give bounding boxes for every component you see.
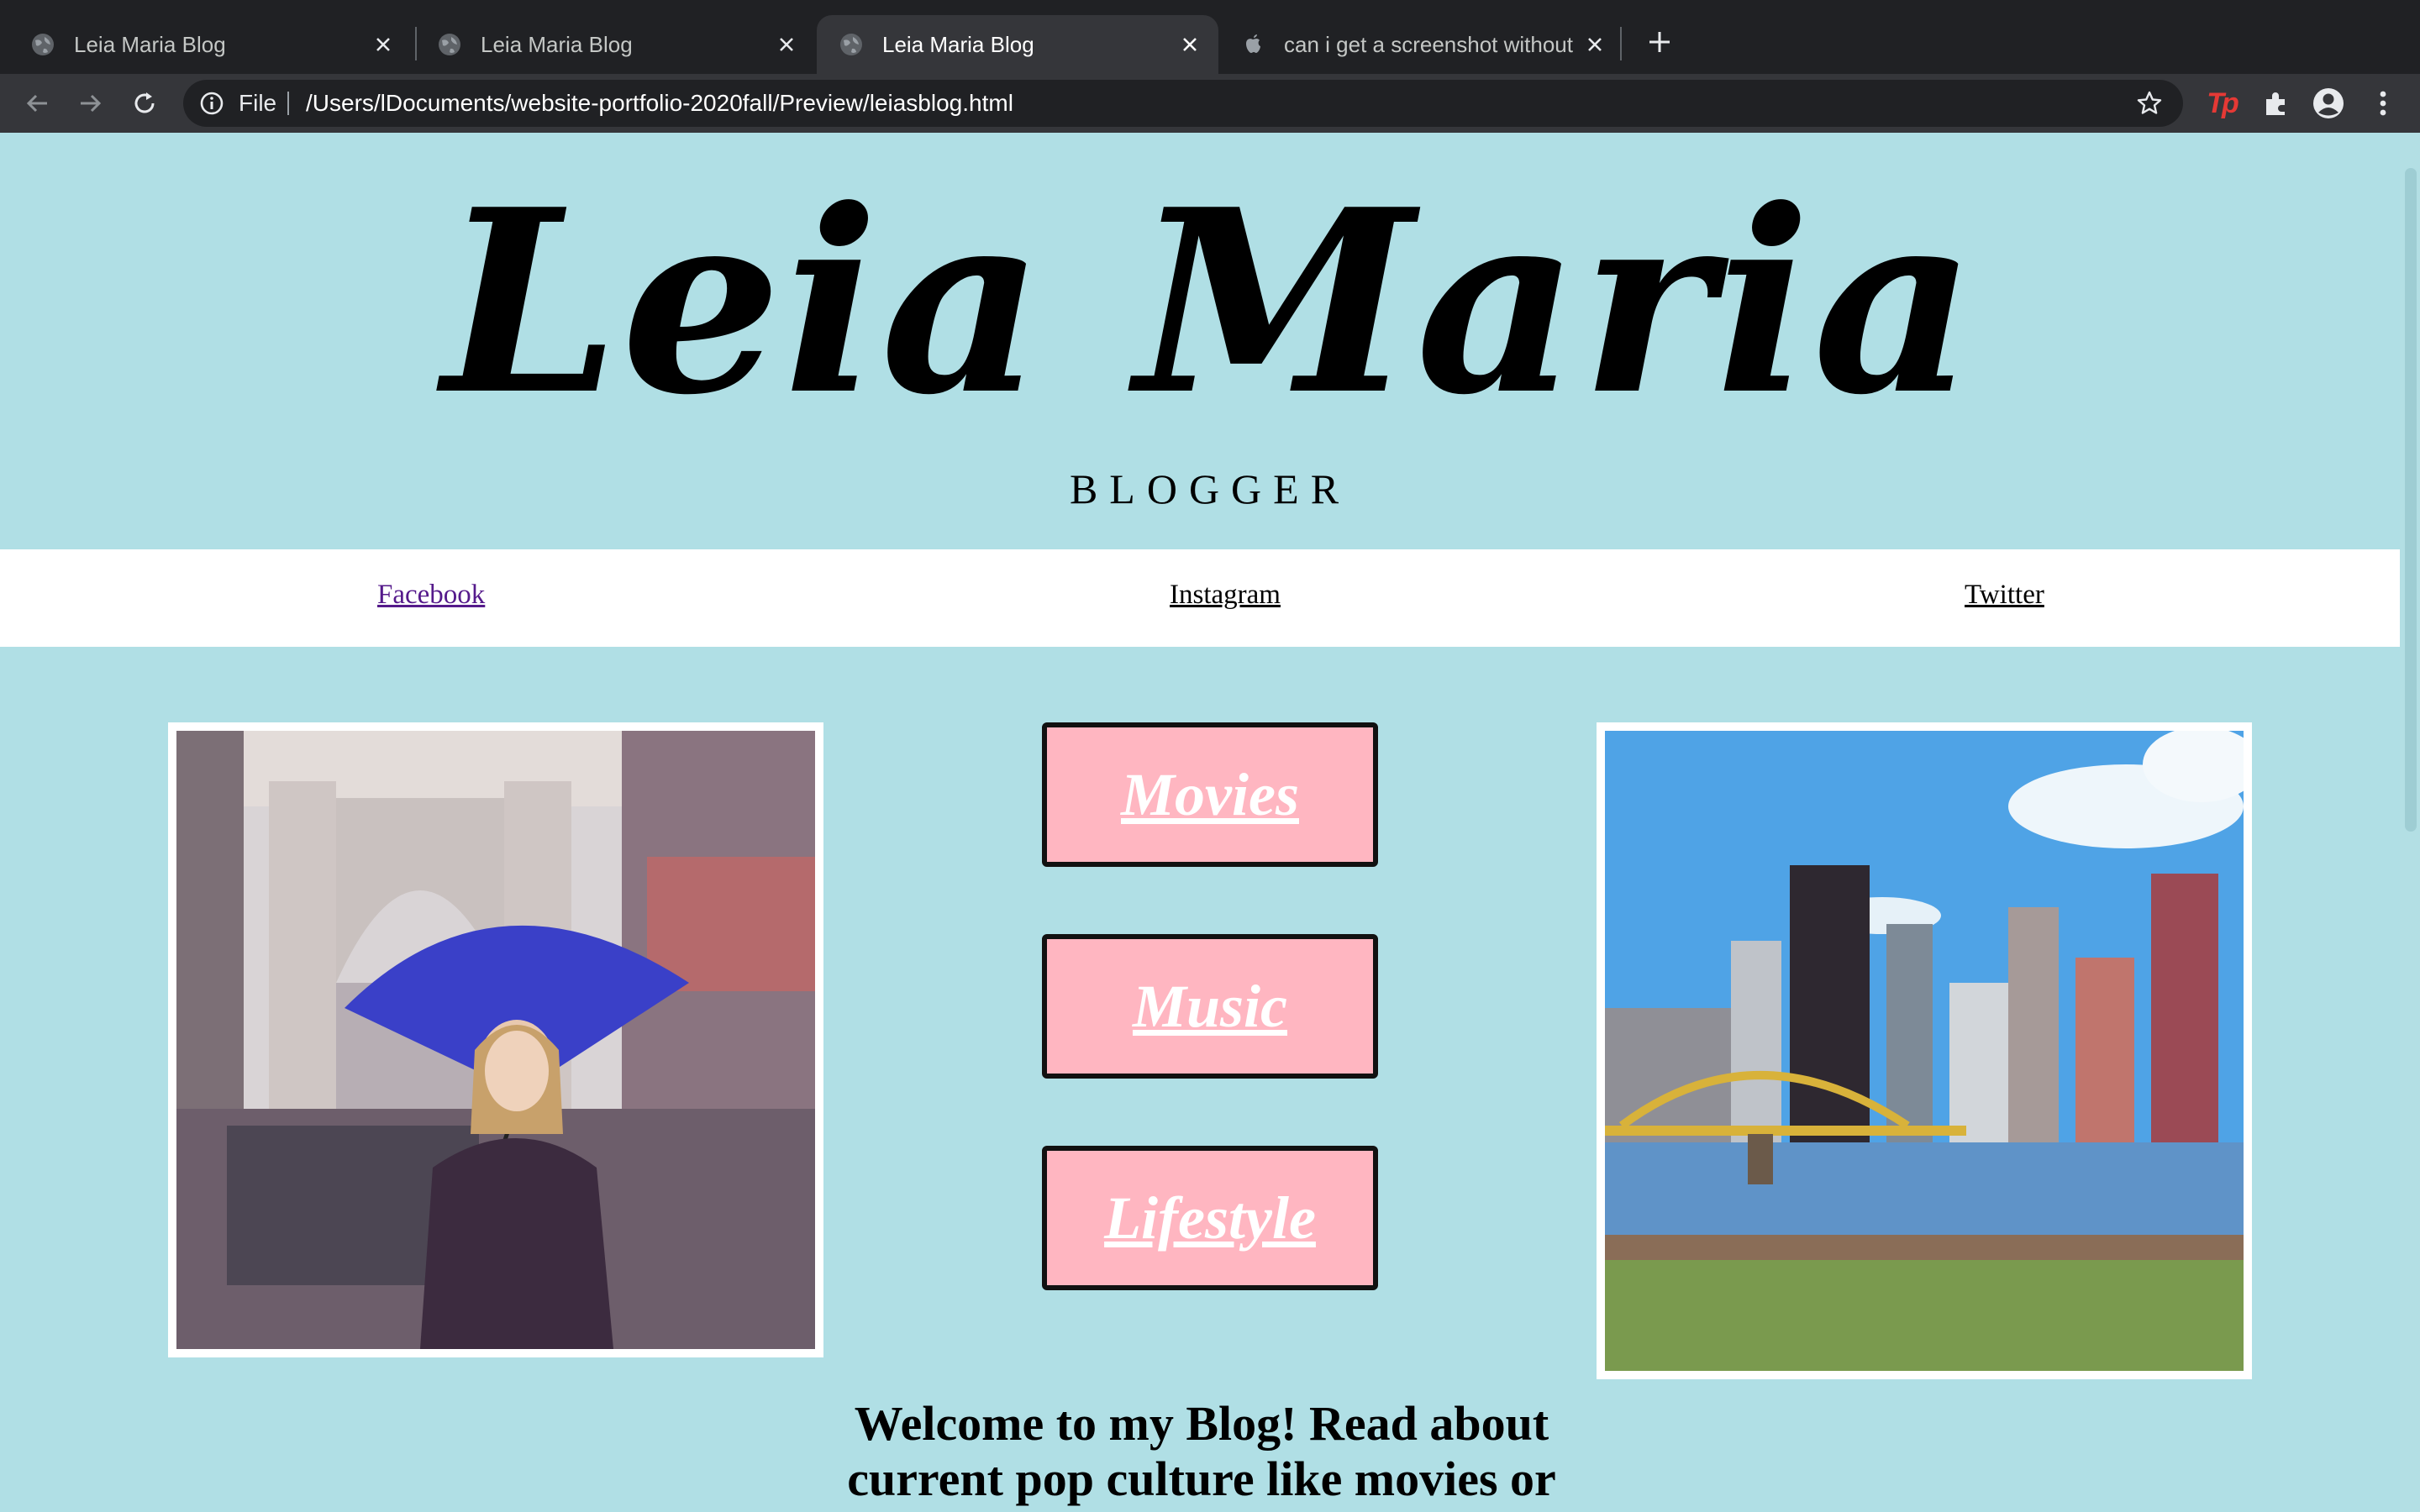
vertical-scrollbar[interactable] bbox=[2400, 133, 2420, 1512]
lifestyle-link[interactable]: Lifestyle bbox=[1104, 1184, 1316, 1253]
page-viewport: Leia Maria BLOGGER Facebook Instagram Tw… bbox=[0, 133, 2420, 1512]
site-subtitle: BLOGGER bbox=[1069, 465, 1351, 512]
tab-title: Leia Maria Blog bbox=[882, 31, 1034, 57]
scrollbar-thumb[interactable] bbox=[2405, 168, 2417, 832]
globe-icon bbox=[840, 34, 862, 55]
globe-icon bbox=[439, 34, 460, 55]
arrow-left-icon bbox=[26, 94, 47, 113]
close-tab-icon[interactable] bbox=[771, 29, 802, 60]
tab-strip: Leia Maria Blog Leia Maria Blog Leia Mar… bbox=[0, 0, 2420, 74]
site-logo: Leia Maria bbox=[442, 154, 1978, 450]
menu-kebab-icon[interactable] bbox=[2368, 86, 2398, 121]
extension-tp-icon[interactable]: Tp bbox=[2205, 86, 2239, 121]
facebook-link[interactable]: Facebook bbox=[377, 580, 485, 611]
tab-title: Leia Maria Blog bbox=[74, 31, 226, 57]
close-tab-icon[interactable] bbox=[368, 29, 398, 60]
movies-link[interactable]: Movies bbox=[1121, 760, 1299, 830]
lifestyle-button[interactable]: Lifestyle bbox=[1042, 1146, 1378, 1290]
instagram-link[interactable]: Instagram bbox=[1170, 580, 1281, 611]
browser-tab[interactable]: Leia Maria Blog bbox=[412, 15, 815, 74]
profile-avatar-icon[interactable] bbox=[2311, 86, 2346, 121]
url-text[interactable]: /Users/lDocuments/website-portfolio-2020… bbox=[306, 90, 1013, 117]
photo-frame-right bbox=[1597, 722, 2252, 1379]
close-tab-icon[interactable] bbox=[1175, 29, 1205, 60]
browser-toolbar: File /Users/lDocuments/website-portfolio… bbox=[0, 74, 2420, 133]
new-tab-button[interactable] bbox=[1643, 25, 1676, 59]
welcome-text: Welcome to my Blog! Read about current p… bbox=[847, 1396, 1556, 1506]
browser-tab[interactable]: Leia Maria Blog bbox=[0, 15, 412, 74]
photo-frame-left bbox=[168, 722, 823, 1357]
close-tab-icon[interactable] bbox=[1580, 29, 1610, 60]
bookmark-star-icon[interactable] bbox=[2136, 90, 2163, 117]
forward-button[interactable] bbox=[72, 85, 109, 122]
extensions-puzzle-icon[interactable] bbox=[2259, 86, 2294, 121]
social-nav: Facebook Instagram Twitter bbox=[0, 549, 2400, 647]
tab-title: Leia Maria Blog bbox=[481, 31, 633, 57]
tab-separator bbox=[1620, 27, 1622, 60]
arrow-right-icon bbox=[81, 94, 102, 113]
skyline-photo bbox=[1605, 731, 2244, 1371]
browser-tab-active[interactable]: Leia Maria Blog bbox=[817, 15, 1218, 74]
music-button[interactable]: Music bbox=[1042, 934, 1378, 1079]
omnibox-divider bbox=[287, 92, 289, 115]
address-bar[interactable]: File /Users/lDocuments/website-portfolio… bbox=[183, 80, 2183, 127]
reload-icon bbox=[134, 92, 155, 113]
tab-title: can i get a screenshot without bbox=[1284, 31, 1573, 57]
reload-button[interactable] bbox=[126, 85, 163, 122]
back-button[interactable] bbox=[18, 85, 55, 122]
movies-button[interactable]: Movies bbox=[1042, 722, 1378, 867]
browser-tab[interactable]: can i get a screenshot without bbox=[1220, 15, 1623, 74]
music-link[interactable]: Music bbox=[1133, 972, 1287, 1042]
info-icon[interactable] bbox=[198, 90, 225, 117]
plus-icon bbox=[1649, 32, 1670, 52]
umbrella-photo bbox=[176, 731, 815, 1349]
url-scheme: File bbox=[239, 90, 277, 116]
apple-icon bbox=[1246, 34, 1260, 53]
globe-icon bbox=[32, 34, 54, 55]
twitter-link[interactable]: Twitter bbox=[1965, 580, 2044, 611]
